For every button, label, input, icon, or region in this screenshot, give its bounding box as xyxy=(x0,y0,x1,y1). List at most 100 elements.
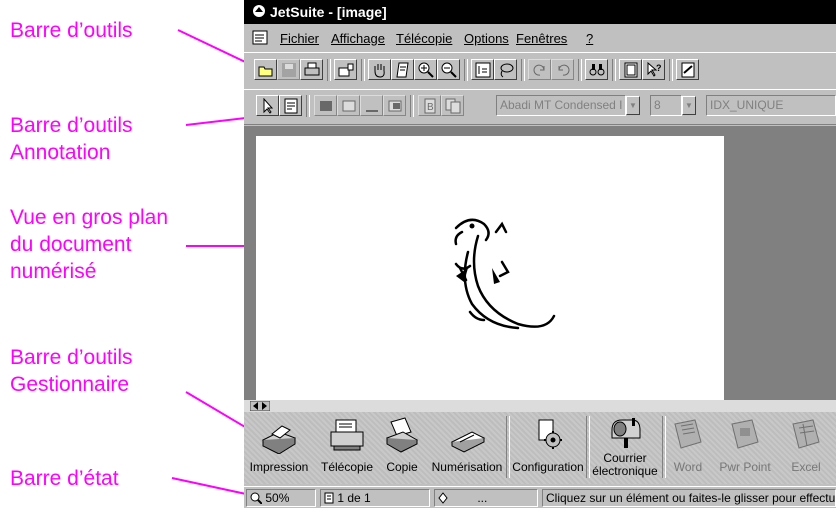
split-arrows-icon[interactable] xyxy=(250,401,270,411)
word-document-icon xyxy=(674,419,702,449)
toolbar-separator xyxy=(521,59,525,81)
print-button[interactable] xyxy=(300,59,323,80)
zoom-panel[interactable]: 50% xyxy=(246,489,316,507)
note-button[interactable] xyxy=(279,95,302,116)
thumbnail-button[interactable] xyxy=(334,59,357,80)
svg-text:B: B xyxy=(427,102,434,113)
document-menu-icon[interactable] xyxy=(252,30,268,45)
manager-print-label: Impression xyxy=(249,460,309,474)
status-ellipsis: ... xyxy=(477,491,488,505)
manager-configuration-item[interactable]: Configuration xyxy=(510,412,586,484)
save-icon xyxy=(282,63,296,77)
font-size-dropdown[interactable]: ▼ xyxy=(682,96,696,115)
copy-pages-icon xyxy=(385,417,419,453)
rotate-right-button[interactable] xyxy=(551,59,574,80)
toolbar-separator xyxy=(306,95,310,117)
manager-powerpoint-label: Pwr Point xyxy=(719,460,771,474)
lasso-icon xyxy=(500,63,514,78)
toolbar-separator xyxy=(612,59,616,81)
highlight-icon xyxy=(388,100,402,112)
rotate-left-icon xyxy=(533,64,545,76)
ocr-button[interactable] xyxy=(471,59,494,80)
note-icon xyxy=(284,98,298,114)
font-size-field[interactable]: 8 xyxy=(650,95,682,116)
hollow-rect-button[interactable] xyxy=(337,95,360,116)
magnifier-icon xyxy=(250,492,263,505)
manager-email-item[interactable]: Courrier électronique xyxy=(588,412,662,484)
stamp-icon: B xyxy=(424,98,436,114)
zoom-out-icon xyxy=(441,62,457,78)
filled-rect-button[interactable] xyxy=(314,95,337,116)
lizard-drawing xyxy=(454,218,556,330)
scan-button[interactable] xyxy=(676,59,699,80)
manager-toolbar: Impression Télécopie Copie Numérisation … xyxy=(244,412,836,484)
thumbnail-icon xyxy=(338,63,354,77)
manager-fax-item[interactable]: Télécopie xyxy=(316,412,378,484)
filled-rectangle-icon xyxy=(320,101,332,111)
scan-document-icon xyxy=(681,62,695,78)
hand-icon xyxy=(374,64,385,78)
toolbar-separator xyxy=(669,59,673,81)
manager-copy-label: Copie xyxy=(386,460,418,474)
page-icon xyxy=(324,492,334,504)
status-bar: 50% 1 de 1 ... Cliquez sur un élément ou… xyxy=(244,486,836,508)
manager-powerpoint-item[interactable]: Pwr Point xyxy=(714,412,776,484)
zoom-out-button[interactable] xyxy=(437,59,460,80)
horizontal-scrollbar[interactable] xyxy=(244,400,836,412)
menu-help[interactable]: ? xyxy=(586,31,593,46)
powerpoint-document-icon xyxy=(731,419,759,449)
line-button[interactable] xyxy=(360,95,383,116)
select-button[interactable] xyxy=(256,95,279,116)
menu-fichier[interactable]: Fichier xyxy=(280,31,319,46)
manager-word-item[interactable]: Word xyxy=(664,412,712,484)
menu-telecopie[interactable]: Télécopie xyxy=(396,31,452,46)
ocr-text-icon xyxy=(475,62,491,78)
page-view-icon xyxy=(624,62,638,78)
document-status-panel: ... xyxy=(434,489,538,507)
menu-bar: Fichier Affichage Télécopie Options Fenê… xyxy=(244,28,836,48)
title-bar[interactable]: JetSuite - [image] xyxy=(244,0,836,24)
binoculars-icon xyxy=(589,64,605,76)
toolbar-separator xyxy=(464,59,468,81)
copy-annotation-button[interactable] xyxy=(441,95,464,116)
open-folder-icon xyxy=(258,66,273,77)
annotation-toolbar: B Abadi MT Condensed I ▼ 8 ▼ IDX_UNIQUE xyxy=(244,89,836,125)
document-view[interactable] xyxy=(244,126,836,400)
context-help-button[interactable]: ? xyxy=(642,59,665,80)
stamp-button[interactable]: B xyxy=(418,95,441,116)
lasso-button[interactable] xyxy=(494,59,517,80)
manager-scan-item[interactable]: Numérisation xyxy=(426,412,508,484)
manager-excel-item[interactable]: Excel xyxy=(780,412,832,484)
page-view-button[interactable] xyxy=(619,59,642,80)
zoom-in-icon xyxy=(418,62,434,78)
manager-copy-item[interactable]: Copie xyxy=(380,412,424,484)
manager-print-item[interactable]: Impression xyxy=(248,412,310,484)
page-panel: 1 de 1 xyxy=(320,489,430,507)
diamond-icon xyxy=(438,492,448,504)
zoom-in-button[interactable] xyxy=(414,59,437,80)
highlight-button[interactable] xyxy=(383,95,406,116)
page-button[interactable] xyxy=(391,59,414,80)
app-icon xyxy=(253,5,265,17)
menu-fenetres[interactable]: Fenêtres xyxy=(516,31,567,46)
page-indicator: 1 de 1 xyxy=(337,491,371,505)
save-button[interactable] xyxy=(277,59,300,80)
copy-pages-icon xyxy=(445,98,461,114)
svg-text:?: ? xyxy=(656,63,662,73)
find-button[interactable] xyxy=(585,59,608,80)
manager-email-label-line2: électronique xyxy=(592,464,658,478)
manager-fax-label: Télécopie xyxy=(320,460,374,474)
style-field[interactable]: IDX_UNIQUE xyxy=(706,95,836,116)
toolbar-separator xyxy=(327,59,331,81)
pan-button[interactable] xyxy=(368,59,391,80)
rotate-left-button[interactable] xyxy=(528,59,551,80)
manager-scan-label: Numérisation xyxy=(431,460,503,474)
menu-options[interactable]: Options xyxy=(464,31,509,46)
main-toolbar: ? xyxy=(244,52,836,90)
font-name-field[interactable]: Abadi MT Condensed I xyxy=(496,95,626,116)
font-name-dropdown[interactable]: ▼ xyxy=(626,96,640,115)
excel-document-icon xyxy=(792,419,820,449)
menu-affichage[interactable]: Affichage xyxy=(331,31,385,46)
open-button[interactable] xyxy=(254,59,277,80)
help-pointer-icon: ? xyxy=(647,62,662,77)
